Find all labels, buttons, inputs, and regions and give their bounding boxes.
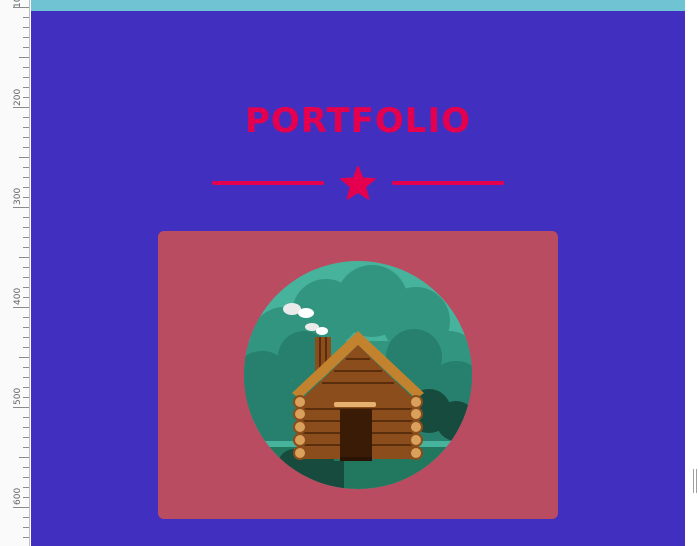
ruler-tick [23, 167, 29, 168]
ruler-tick [19, 257, 29, 258]
ruler-tick [23, 367, 29, 368]
ruler-tick [23, 297, 29, 298]
ruler-tick [23, 517, 29, 518]
ruler-tick [13, 207, 29, 208]
ruler-tick [23, 337, 29, 338]
divider-line-left [212, 181, 324, 185]
ruler-tick [23, 137, 29, 138]
ruler-tick [23, 97, 29, 98]
ruler-tick [23, 327, 29, 328]
ruler-tick [23, 377, 29, 378]
ruler-tick [23, 487, 29, 488]
ruler-tick [23, 217, 29, 218]
ruler-tick [13, 507, 29, 508]
ruler-tick [23, 197, 29, 198]
ruler-tick [23, 127, 29, 128]
ruler-tick [23, 187, 29, 188]
ruler-label-500: 500 [13, 387, 23, 405]
ruler-tick [23, 67, 29, 68]
ruler-label-100: 100 [11, 0, 25, 10]
ruler-tick [23, 147, 29, 148]
ruler-tick [23, 447, 29, 448]
ruler-label-300: 300 [13, 187, 23, 205]
ruler-tick [23, 237, 29, 238]
ruler-tick [19, 157, 29, 158]
ruler-tick [23, 427, 29, 428]
ruler-tick [19, 457, 29, 458]
ruler-tick [23, 247, 29, 248]
ruler-tick [23, 497, 29, 498]
ruler-tick [23, 47, 29, 48]
star-icon [340, 166, 376, 200]
ruler-tick [23, 17, 29, 18]
ruler-tick [23, 27, 29, 28]
ruler-tick [13, 7, 29, 8]
ruler-tick [23, 87, 29, 88]
ruler-tick [19, 357, 29, 358]
divider-line-right [392, 181, 504, 185]
ruler-tick [23, 527, 29, 528]
ruler-label-600: 600 [13, 487, 23, 505]
ruler-tick [23, 267, 29, 268]
ruler-tick [13, 307, 29, 308]
vertical-ruler: 100 200 300 400 500 600 [0, 0, 30, 546]
log-cabin-illustration [244, 261, 472, 489]
ruler-tick [13, 407, 29, 408]
ruler-tick [23, 417, 29, 418]
ruler-tick [23, 467, 29, 468]
ruler-tick [13, 107, 29, 108]
ruler-tick [23, 347, 29, 348]
ruler-tick [23, 177, 29, 178]
ruler-tick [23, 317, 29, 318]
ruler-label-400: 400 [13, 287, 23, 305]
ruler-tick [23, 537, 29, 538]
ruler-tick [23, 37, 29, 38]
top-accent-bar [31, 0, 685, 11]
ruler-tick [23, 117, 29, 118]
ruler-tick [23, 287, 29, 288]
page-title: PORTFOLIO [244, 101, 471, 141]
portfolio-item[interactable] [158, 231, 558, 519]
right-gutter [685, 0, 699, 546]
ruler-tick [23, 77, 29, 78]
ruler-tick [23, 277, 29, 278]
ruler-tick [23, 387, 29, 388]
resize-handle[interactable] [693, 469, 697, 493]
ruler-tick [23, 437, 29, 438]
ruler-tick [23, 227, 29, 228]
ruler-tick [19, 57, 29, 58]
ruler-tick [23, 477, 29, 478]
ruler-tick [23, 397, 29, 398]
portfolio-section: PORTFOLIO [31, 0, 685, 546]
